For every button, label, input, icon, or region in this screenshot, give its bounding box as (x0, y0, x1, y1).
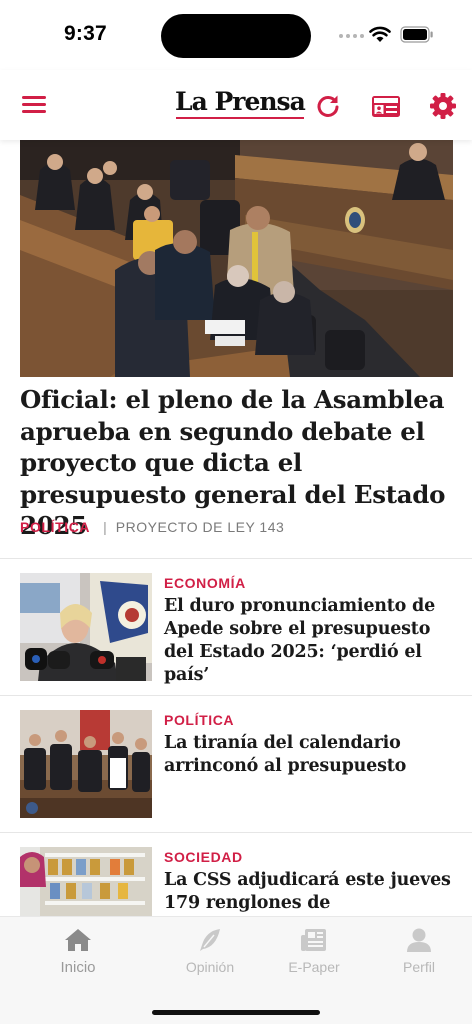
hero-section-tag[interactable]: POLÍTICA (20, 519, 90, 535)
press-conference-photo (20, 573, 152, 681)
hero-image[interactable] (20, 140, 453, 377)
meta-separator: | (103, 519, 107, 535)
home-icon (65, 929, 91, 951)
story-headline[interactable]: La CSS adjudicará este jueves 179 renglo… (164, 869, 454, 916)
tab-label: Perfil (403, 959, 435, 975)
bottom-tab-bar: Inicio Opinión E-Paper Perfil (0, 916, 472, 1024)
hero-meta: POLÍTICA | PROYECTO DE LEY 143 (20, 519, 284, 535)
divider (0, 558, 472, 559)
logo-underline (176, 117, 304, 119)
pharmacy-photo (20, 847, 152, 916)
tab-perfil[interactable]: Perfil (369, 927, 469, 983)
home-indicator (152, 1010, 320, 1015)
status-time: 9:37 (64, 22, 107, 45)
divider (0, 695, 472, 696)
story-section-tag[interactable]: SOCIEDAD (164, 849, 243, 865)
tab-inicio[interactable]: Inicio (28, 927, 128, 983)
user-icon (407, 928, 431, 952)
logo-text: La Prensa (175, 87, 306, 116)
assembly-session-photo (20, 710, 152, 818)
quill-icon (200, 929, 220, 951)
story-item[interactable]: ECONOMÍA El duro pronunciamiento de Aped… (0, 573, 472, 695)
hero-topic-tag[interactable]: PROYECTO DE LEY 143 (116, 519, 285, 535)
menu-icon (22, 96, 46, 99)
story-section-tag[interactable]: POLÍTICA (164, 712, 234, 728)
story-item[interactable]: POLÍTICA La tiranía del calendario arrin… (0, 710, 472, 832)
refresh-icon[interactable] (314, 92, 342, 120)
news-feed[interactable]: Oficial: el pleno de la Asamblea aprueba… (0, 140, 472, 916)
status-bar: 9:37 (0, 0, 472, 70)
wifi-icon (369, 26, 391, 42)
menu-button[interactable] (20, 92, 48, 118)
story-headline[interactable]: La tiranía del calendario arrinconó al p… (164, 732, 454, 778)
story-thumbnail (20, 847, 152, 916)
battery-icon (400, 26, 433, 43)
newspaper-icon (301, 929, 326, 951)
tab-label: Opinión (185, 959, 235, 975)
tab-e-paper[interactable]: E-Paper (264, 927, 364, 983)
story-thumbnail (20, 573, 152, 681)
story-thumbnail (20, 710, 152, 818)
gear-icon[interactable] (429, 92, 457, 120)
dynamic-island (161, 14, 311, 58)
cellular-signal-icon (339, 34, 364, 38)
story-section-tag[interactable]: ECONOMÍA (164, 575, 246, 591)
story-item[interactable]: SOCIEDAD La CSS adjudicará este jueves 1… (0, 847, 472, 916)
tab-label: E-Paper (288, 959, 340, 975)
id-card-icon[interactable] (371, 92, 401, 120)
tab-opinion[interactable]: Opinión (160, 927, 260, 983)
hero-headline[interactable]: Oficial: el pleno de la Asamblea aprueba… (20, 384, 460, 542)
assembly-chamber-photo (20, 140, 453, 377)
app-header: La Prensa (0, 70, 472, 140)
la-prensa-logo[interactable]: La Prensa (175, 87, 306, 121)
story-headline[interactable]: El duro pronunciamiento de Apede sobre e… (164, 595, 454, 687)
divider (0, 832, 472, 833)
tab-label: Inicio (60, 959, 96, 976)
